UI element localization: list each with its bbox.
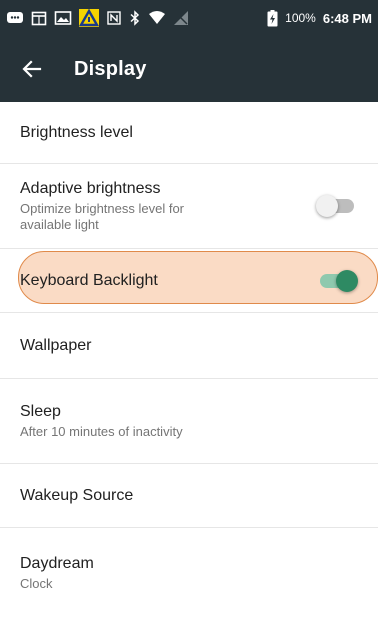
back-arrow-icon xyxy=(22,60,42,78)
setting-keyboard-backlight[interactable]: Keyboard Backlight xyxy=(0,249,378,313)
setting-wallpaper[interactable]: Wallpaper xyxy=(0,313,378,379)
setting-text: Sleep After 10 minutes of inactivity xyxy=(20,403,183,440)
setting-text: Wallpaper xyxy=(20,337,91,355)
warning-icon xyxy=(79,9,99,27)
setting-title: Wallpaper xyxy=(20,336,92,354)
nfc-icon xyxy=(106,10,122,26)
setting-title: Adaptive brightness xyxy=(20,179,161,197)
battery-icon xyxy=(267,9,278,27)
setting-subtitle: After 10 minutes of inactivity xyxy=(20,423,183,439)
setting-title: Daydream xyxy=(20,555,94,572)
toggle-thumb xyxy=(316,195,338,217)
back-button[interactable] xyxy=(18,55,46,83)
setting-brightness-level[interactable]: Brightness level xyxy=(0,102,378,164)
setting-text: Daydream Clock xyxy=(20,555,94,592)
setting-title: Keyboard Backlight xyxy=(20,271,158,289)
setting-subtitle: available light xyxy=(20,216,99,232)
setting-subtitle: Optimize brightness level for xyxy=(20,200,185,216)
setting-title: Sleep xyxy=(20,402,61,420)
setting-text: Adaptive brightness Optimize brightness … xyxy=(20,180,184,233)
app-bar: Display xyxy=(0,36,378,102)
notification-icons xyxy=(6,9,189,27)
setting-wakeup-source[interactable]: Wakeup Source xyxy=(0,464,378,528)
status-right: 100% 6:48 PM xyxy=(267,9,372,27)
battery-percent: 100% xyxy=(285,11,316,25)
status-bar: 100% 6:48 PM xyxy=(0,0,378,36)
image-icon xyxy=(54,10,72,26)
setting-text: Wakeup Source xyxy=(20,487,133,505)
calendar-icon xyxy=(31,10,47,26)
setting-title: Brightness level xyxy=(20,123,133,141)
setting-text: Brightness level xyxy=(20,124,133,142)
adaptive-brightness-toggle[interactable] xyxy=(316,194,360,218)
wifi-icon xyxy=(148,10,166,26)
clock-time: 6:48 PM xyxy=(322,10,372,26)
keyboard-backlight-toggle[interactable] xyxy=(316,269,360,293)
setting-title: Wakeup Source xyxy=(20,486,134,504)
setting-daydream[interactable]: Daydream Clock xyxy=(0,528,378,619)
bluetooth-icon xyxy=(129,10,141,26)
page-title: Display xyxy=(74,57,147,80)
setting-text: Keyboard Backlight xyxy=(20,272,158,290)
setting-adaptive-brightness[interactable]: Adaptive brightness Optimize brightness … xyxy=(0,164,378,249)
no-signal-icon xyxy=(173,10,189,26)
setting-subtitle: Clock xyxy=(20,576,53,591)
setting-sleep[interactable]: Sleep After 10 minutes of inactivity xyxy=(0,379,378,464)
message-icon xyxy=(6,10,24,26)
toggle-thumb xyxy=(336,269,358,292)
